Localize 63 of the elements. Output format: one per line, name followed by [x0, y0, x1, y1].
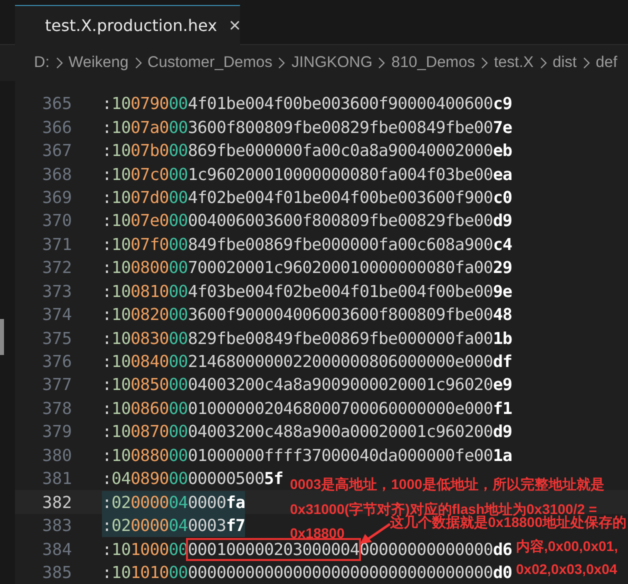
chevron-icon: [540, 57, 547, 69]
code-line: :1008800001000000ffff37000040da000000fe001a: [102, 444, 512, 467]
line-number: 382: [42, 492, 72, 512]
code-line: :100820003600f900004006003600f800809fbe0048: [102, 304, 512, 326]
line-number: 379: [42, 422, 72, 442]
code-line: :1007d0004f02be004f01be004f00be003600f900c0: [102, 186, 512, 209]
annotation-text: 0x02,0x03,0x04: [516, 560, 618, 579]
line-number: 374: [42, 305, 72, 324]
line-number: 383: [42, 516, 72, 536]
code-line: :1008500004003200c4a8a9009000020001c96020e9: [102, 374, 512, 396]
line-number: 370: [42, 211, 72, 230]
line-number: 365: [42, 94, 72, 114]
close-button[interactable]: ×: [227, 16, 243, 36]
scrollbar-thumb[interactable]: [0, 319, 4, 355]
code-line: :04089000000005005f: [102, 468, 284, 490]
breadcrumb-item[interactable]: Customer_Demos: [148, 54, 272, 72]
code-line: :1010100000000000000000000000000000000000d0: [102, 562, 512, 584]
line-number: 376: [42, 352, 72, 372]
line-number: 378: [42, 398, 72, 418]
code-line: :1007c0001c960200010000000080fa004f03be00ea: [102, 164, 512, 186]
line-number: 366: [42, 118, 72, 137]
chevron-icon: [480, 57, 488, 69]
line-number: 385: [42, 562, 72, 582]
code-line: :1008700004003200c488a900a00020001c960200d9: [102, 421, 512, 444]
chevron-icon: [582, 57, 590, 69]
breadcrumb-item[interactable]: 810_Demos: [391, 54, 475, 72]
line-number: 372: [42, 258, 72, 278]
breadcrumb-item[interactable]: D:: [34, 54, 50, 72]
code-line: :1007b000869fbe000000fa00c0a8a90040002000eb: [102, 140, 512, 162]
code-line: :1007e000004006003600f800809fbe00829fbe00d9: [102, 210, 512, 232]
code-line: :10080000700020001c960200010000000080fa0029: [102, 257, 512, 280]
code-line: :10083000829fbe00849fbe00869fbe000000fa001b: [102, 328, 512, 350]
line-number: 384: [42, 540, 72, 559]
code-line: :100790004f01be004f00be003600f90000400600c9: [102, 93, 512, 116]
breadcrumb-item[interactable]: Weikeng: [68, 54, 129, 72]
annotation-text: 0x18800: [290, 524, 345, 542]
line-number: 375: [42, 328, 72, 348]
breadcrumb-item[interactable]: JINGKONG: [291, 54, 372, 72]
line-number: 371: [42, 234, 72, 254]
chevron-icon: [278, 57, 286, 69]
line-number: 367: [42, 141, 72, 160]
line-number: 369: [42, 188, 72, 207]
chevron-icon: [56, 57, 62, 69]
chevron-icon: [134, 57, 142, 69]
breadcrumb-item[interactable]: dist: [552, 54, 577, 72]
file-tab[interactable]: test.X.production.hex ×: [15, 5, 240, 45]
line-number: 368: [42, 164, 72, 184]
line-number: 380: [42, 446, 72, 465]
tab-title: test.X.production.hex: [45, 16, 218, 35]
code-line: :100860000100000020468000700060000000e000f1: [102, 398, 512, 420]
line-number: 373: [42, 282, 72, 301]
line-number: 377: [42, 375, 72, 394]
code-line: :100840002146800000022000000806000000e000df: [102, 351, 512, 374]
code-line: :1007f000849fbe00869fbe000000fa00c608a900c4: [102, 234, 512, 256]
line-number: 381: [42, 469, 72, 488]
annotation-text: 内容,0x00,0x01,: [516, 537, 618, 556]
code-line: :100810004f03be004f02be004f01be004f00be009e: [102, 280, 512, 303]
annotation-text: 0003是高地址，1000是低地址，所以完整地址就是: [290, 475, 604, 494]
breadcrumb-item[interactable]: test.X: [494, 54, 534, 72]
chevron-icon: [378, 57, 386, 69]
arrow: [360, 523, 391, 544]
breadcrumb-item[interactable]: def: [596, 54, 618, 72]
code-line: :1007a0003600f800809fbe00829fbe00849fbe007e: [102, 116, 512, 139]
